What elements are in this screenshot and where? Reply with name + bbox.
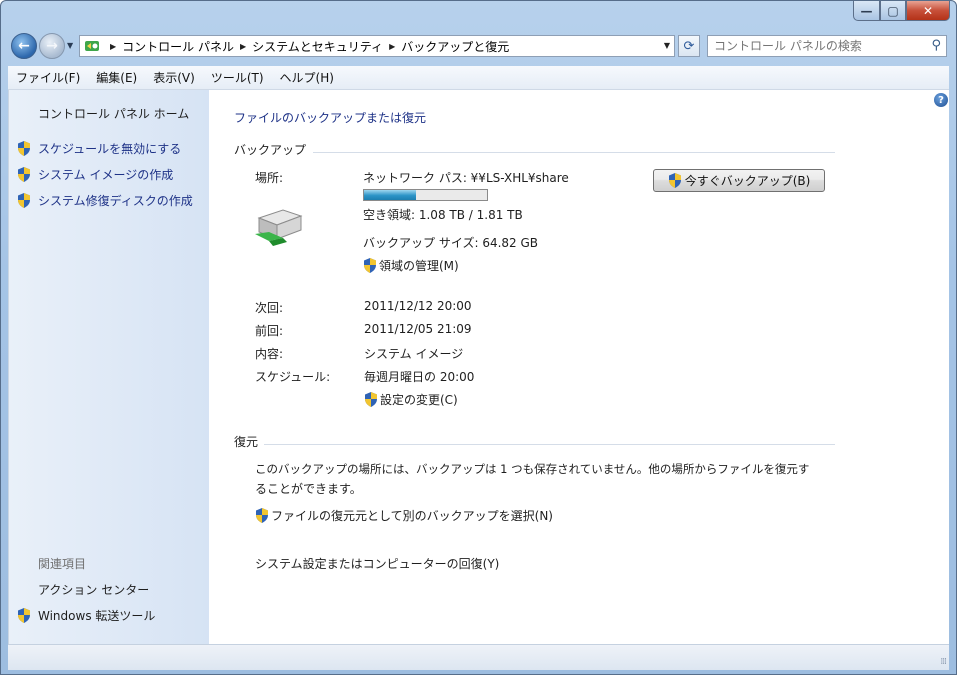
backup-section-divider xyxy=(313,152,835,153)
sidebar-control-panel-home[interactable]: コントロール パネル ホーム xyxy=(38,105,189,122)
back-button[interactable]: ← xyxy=(11,33,37,59)
manage-space-label: 領域の管理(M) xyxy=(379,259,459,273)
change-settings-label: 設定の変更(C) xyxy=(380,393,458,407)
restore-message-line1: このバックアップの場所には、バックアップは 1 つも保存されていません。他の場所… xyxy=(255,462,810,476)
menu-tools[interactable]: ツール(T) xyxy=(211,69,264,86)
menu-file[interactable]: ファイル(F) xyxy=(16,69,80,86)
backup-now-label: 今すぐバックアップ(B) xyxy=(684,174,811,188)
search-icon[interactable]: ⚲ xyxy=(931,38,941,53)
address-dropdown-icon[interactable]: ▼ xyxy=(664,41,670,50)
sidebar-item-create-repair-disc[interactable]: システム修復ディスクの作成 xyxy=(17,192,193,209)
shield-icon xyxy=(256,508,268,523)
sidebar-item-label: システム修復ディスクの作成 xyxy=(38,194,193,208)
location-label: 場所: xyxy=(255,171,284,185)
last-backup-label: 前回: xyxy=(255,324,284,338)
breadcrumb-backup-restore[interactable]: バックアップと復元 xyxy=(401,38,509,55)
search-box: ⚲ xyxy=(707,35,947,57)
maximize-button[interactable]: ▢ xyxy=(880,1,906,21)
last-backup-value: 2011/12/05 21:09 xyxy=(364,322,472,336)
sidebar-item-label: スケジュールを無効にする xyxy=(38,142,182,156)
refresh-icon: ⟳ xyxy=(683,38,695,54)
shield-icon xyxy=(18,167,30,182)
forward-button[interactable]: → xyxy=(39,33,65,59)
free-space-text: 空き領域: 1.08 TB / 1.81 TB xyxy=(363,208,523,222)
next-backup-value: 2011/12/12 20:00 xyxy=(364,299,472,313)
address-bar[interactable]: ▶ コントロール パネル ▶ システムとセキュリティ ▶ バックアップと復元 ▼ xyxy=(79,35,675,57)
menu-edit[interactable]: 編集(E) xyxy=(96,69,137,86)
arrow-left-icon: ← xyxy=(18,38,30,54)
sidebar-item-create-system-image[interactable]: システム イメージの作成 xyxy=(17,166,173,183)
schedule-label: スケジュール: xyxy=(255,370,331,384)
sidebar-item-disable-schedule[interactable]: スケジュールを無効にする xyxy=(17,140,181,157)
schedule-value: 毎週月曜日の 20:00 xyxy=(364,370,475,384)
search-input[interactable] xyxy=(708,36,918,56)
breadcrumb-separator-icon: ▶ xyxy=(110,41,117,51)
main-panel: ? ファイルのバックアップまたは復元 バックアップ 場所: ネットワーク パス:… xyxy=(209,90,950,644)
contents-label: 内容: xyxy=(255,347,284,361)
page-title: ファイルのバックアップまたは復元 xyxy=(234,111,427,125)
shield-icon xyxy=(18,141,30,156)
breadcrumb-control-panel[interactable]: コントロール パネル xyxy=(122,38,234,55)
restore-section-divider xyxy=(264,444,835,445)
shield-icon xyxy=(18,193,30,208)
next-backup-label: 次回: xyxy=(255,301,284,315)
select-other-backup-link[interactable]: ファイルの復元元として別のバックアップを選択(N) xyxy=(255,507,553,524)
navigation-bar: ← → ▼ ▶ コントロール パネル ▶ システムとセキュリティ ▶ バックアッ… xyxy=(1,29,956,63)
sidebar-item-action-center[interactable]: アクション センター xyxy=(38,581,149,598)
shield-icon xyxy=(365,392,377,407)
control-panel-icon xyxy=(84,38,100,54)
breadcrumb-system-security[interactable]: システムとセキュリティ xyxy=(252,38,383,55)
backup-now-button[interactable]: 今すぐバックアップ(B) xyxy=(653,169,825,192)
minimize-button[interactable]: — xyxy=(853,1,880,21)
backup-size-text: バックアップ サイズ: 64.82 GB xyxy=(363,236,539,250)
recent-pages-dropdown[interactable]: ▼ xyxy=(67,41,73,50)
shield-icon xyxy=(668,173,681,188)
close-button[interactable]: ✕ xyxy=(906,1,950,21)
backup-section-heading: バックアップ xyxy=(234,143,307,157)
menu-help[interactable]: ヘルプ(H) xyxy=(280,69,334,86)
related-heading: 関連項目 xyxy=(38,557,87,571)
status-bar: ⁞⁞⁞ xyxy=(8,644,949,670)
breadcrumb-separator-icon: ▶ xyxy=(389,41,396,51)
menu-view[interactable]: 表示(V) xyxy=(153,69,195,86)
app-window: — ▢ ✕ ← → ▼ ▶ コントロール パネル ▶ システムとセキュリティ ▶… xyxy=(0,0,957,675)
restore-section-heading: 復元 xyxy=(234,435,259,449)
change-settings-link[interactable]: 設定の変更(C) xyxy=(364,391,458,408)
shield-icon xyxy=(18,608,30,623)
sidebar: コントロール パネル ホーム スケジュールを無効にする システム イメージの作成… xyxy=(9,90,209,644)
recover-system-link[interactable]: システム設定またはコンピューターの回復(Y) xyxy=(255,555,499,572)
breadcrumb-separator-icon: ▶ xyxy=(239,41,247,51)
caption-buttons: — ▢ ✕ xyxy=(853,1,950,21)
sidebar-item-windows-transfer[interactable]: Windows 転送ツール xyxy=(17,607,155,624)
select-other-backup-label: ファイルの復元元として別のバックアップを選択(N) xyxy=(271,509,553,523)
location-value: ネットワーク パス: ¥¥LS-XHL¥share xyxy=(363,171,569,185)
space-usage-bar xyxy=(363,189,488,201)
restore-message-line2: ることができます。 xyxy=(255,482,362,496)
shield-icon xyxy=(364,258,376,273)
menu-bar: ファイル(F) 編集(E) 表示(V) ツール(T) ヘルプ(H) xyxy=(8,66,949,90)
help-icon[interactable]: ? xyxy=(934,93,948,107)
refresh-button[interactable]: ⟳ xyxy=(678,35,700,57)
manage-space-link[interactable]: 領域の管理(M) xyxy=(363,257,459,274)
backup-drive-icon xyxy=(255,209,303,246)
space-usage-fill xyxy=(364,190,416,200)
content-area: コントロール パネル ホーム スケジュールを無効にする システム イメージの作成… xyxy=(8,90,949,644)
sidebar-item-label: Windows 転送ツール xyxy=(38,609,156,623)
sidebar-item-label: システム イメージの作成 xyxy=(38,168,174,182)
arrow-right-icon: → xyxy=(46,38,58,54)
resize-grip-icon[interactable]: ⁞⁞⁞ xyxy=(940,657,947,667)
contents-value: システム イメージ xyxy=(364,347,464,361)
